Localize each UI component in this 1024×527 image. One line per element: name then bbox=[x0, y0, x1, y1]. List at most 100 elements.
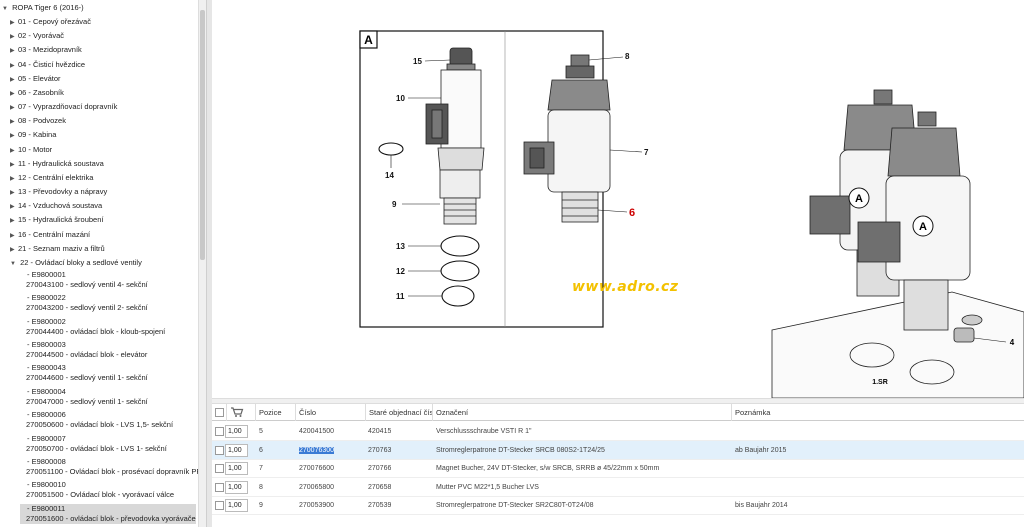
chevron-right-icon[interactable]: ▶ bbox=[10, 200, 18, 214]
chevron-right-icon[interactable]: ▶ bbox=[10, 229, 18, 243]
tree-leaf[interactable]: - E9800022 270043200 - sedlový ventil 2- … bbox=[20, 293, 196, 313]
cell-cislo[interactable]: 270076600 bbox=[299, 459, 334, 478]
row-checkbox[interactable] bbox=[215, 501, 224, 511]
exploded-diagram: A A A 1.SR 4 15 10 14 9 13 12 11 8 7 6 w… bbox=[212, 0, 1024, 398]
table-row[interactable]: 1,00 8 270065800 270658 Mutter PVC M22*1,5 B… bbox=[212, 478, 1024, 497]
tree-group-open[interactable]: ▼ 22 - Ovládací bloky a sedlové ventily bbox=[10, 256, 142, 270]
tree-leaf[interactable]: - E9800001 270043100 - sedlový ventil 4- … bbox=[20, 270, 196, 290]
tree-leaf-desc: 270043100 - sedlový ventil 4- sekční bbox=[26, 280, 148, 289]
row-checkbox[interactable] bbox=[215, 464, 224, 474]
quantity-input[interactable]: 1,00 bbox=[225, 499, 248, 513]
tree-leaf[interactable]: - E9800008 270051100 - Ovládací blok - pr… bbox=[20, 457, 202, 477]
tree-group[interactable]: ▶ 14 - Vzduchová soustava bbox=[10, 199, 102, 213]
chevron-down-icon[interactable]: ▼ bbox=[10, 257, 18, 271]
row-checkbox[interactable] bbox=[215, 482, 224, 492]
parts-table[interactable]: Pozice Číslo Staré objednací čísl Označe… bbox=[212, 404, 1024, 527]
cell-cislo[interactable]: 270053900 bbox=[299, 496, 334, 515]
table-row[interactable]: 1,00 6 270076300 270763 Stromreglerpatrone D… bbox=[212, 440, 1024, 460]
tree-group-label: 12 - Centrální elektrika bbox=[18, 172, 94, 182]
chevron-right-icon[interactable]: ▶ bbox=[10, 30, 18, 44]
callout-label: 11 bbox=[396, 292, 405, 301]
tree-group-label: 07 - Vyprazdňovací dopravník bbox=[18, 102, 118, 112]
chevron-right-icon[interactable]: ▶ bbox=[10, 73, 18, 87]
tree-group[interactable]: ▶ 01 - Cepový ořezávač bbox=[10, 15, 91, 29]
tree-root-label: ROPA Tiger 6 (2016-) bbox=[12, 3, 84, 12]
chevron-right-icon[interactable]: ▶ bbox=[10, 144, 18, 158]
tree-group[interactable]: ▶ 21 - Seznam maziv a filtrů bbox=[10, 242, 105, 256]
control-block-illustration bbox=[771, 89, 1024, 398]
chevron-right-icon[interactable]: ▶ bbox=[10, 115, 18, 129]
chevron-down-icon[interactable]: ▼ bbox=[2, 2, 10, 16]
tree-leaf[interactable]: - E9800007 270050700 - ovládací blok - LV… bbox=[20, 434, 196, 454]
tree-group[interactable]: ▶ 03 - Mezidopravník bbox=[10, 43, 82, 57]
tree-leaf-desc: 270047000 - sedlový ventil 1- sekční bbox=[26, 397, 148, 406]
tree-group[interactable]: ▶ 12 - Centrální elektrika bbox=[10, 171, 93, 185]
row-checkbox[interactable] bbox=[215, 445, 224, 455]
header-cislo[interactable]: Číslo bbox=[296, 404, 366, 421]
cislo-value: 270076300 bbox=[299, 446, 335, 454]
chevron-right-icon[interactable]: ▶ bbox=[10, 214, 18, 228]
cell-cislo[interactable]: 270065800 bbox=[299, 478, 334, 497]
parts-tree[interactable]: ▼ ROPA Tiger 6 (2016-) ▶ 01 - Cepový ořez… bbox=[0, 0, 207, 527]
callout-label: 15 bbox=[413, 57, 422, 66]
tree-group[interactable]: ▶ 04 - Čisticí hvězdice bbox=[10, 58, 85, 72]
chevron-right-icon[interactable]: ▶ bbox=[10, 172, 18, 186]
cell-cislo[interactable]: 270076300 bbox=[299, 441, 335, 460]
tree-leaf[interactable]: - E9800002 270044400 - ovládací blok - kl… bbox=[20, 317, 196, 337]
sidebar-scrollbar[interactable] bbox=[198, 0, 206, 527]
tree-group-label: 01 - Cepový ořezávač bbox=[18, 17, 91, 26]
tree-leaf-desc: 270044500 - ovládací blok - elevátor bbox=[26, 350, 148, 359]
tree-leaf[interactable]: - E9800003 270044500 - ovládací blok - el… bbox=[20, 340, 196, 360]
row-checkbox[interactable] bbox=[215, 427, 224, 436]
tree-group[interactable]: ▶ 16 - Centrální mazání bbox=[10, 228, 90, 242]
tree-root[interactable]: ▼ ROPA Tiger 6 (2016-) bbox=[2, 1, 84, 15]
chevron-right-icon[interactable]: ▶ bbox=[10, 186, 18, 200]
header-stare[interactable]: Staré objednací čísl bbox=[366, 404, 433, 421]
table-row[interactable]: 1,00 5 420041500 420415 Verschlussschraube V… bbox=[212, 422, 1024, 441]
tree-leaf[interactable]: - E9800043 270044600 - sedlový ventil 1- … bbox=[20, 363, 196, 383]
chevron-right-icon[interactable]: ▶ bbox=[10, 44, 18, 58]
cell-stare: 420415 bbox=[368, 428, 392, 435]
quantity-input[interactable]: 1,00 bbox=[225, 443, 248, 457]
header-pozice[interactable]: Pozice bbox=[256, 404, 296, 421]
header-poznamka[interactable]: Poznámka bbox=[732, 404, 1024, 421]
header-select-all[interactable] bbox=[212, 404, 227, 421]
chevron-right-icon[interactable]: ▶ bbox=[10, 87, 18, 101]
callout-label: A bbox=[919, 221, 927, 233]
tree-group-label: 03 - Mezidopravník bbox=[18, 45, 82, 55]
chevron-right-icon[interactable]: ▶ bbox=[10, 243, 18, 257]
tree-group[interactable]: ▶ 02 - Vyorávač bbox=[10, 29, 64, 43]
tree-leaf[interactable]: - E9800011 270051600 - ovládací blok - př… bbox=[20, 504, 202, 524]
tree-leaf-code: - E9800001 bbox=[27, 270, 66, 279]
tree-group[interactable]: ▶ 13 - Převodovky a nápravy bbox=[10, 185, 107, 199]
chevron-right-icon[interactable]: ▶ bbox=[10, 59, 18, 73]
chevron-right-icon[interactable]: ▶ bbox=[10, 101, 18, 115]
cell-pozice: 8 bbox=[259, 483, 263, 491]
chevron-right-icon[interactable]: ▶ bbox=[10, 129, 18, 143]
cislo-value: 270065800 bbox=[299, 483, 335, 491]
table-row[interactable]: 1,00 7 270076600 270766 Magnet Bucher, 24V D… bbox=[212, 459, 1024, 479]
chevron-right-icon[interactable]: ▶ bbox=[10, 158, 18, 172]
table-row[interactable]: 1,00 9 270053900 270539 Stromreglerpatrone D… bbox=[212, 496, 1024, 516]
tree-group[interactable]: ▶ 06 - Zasobník bbox=[10, 86, 64, 100]
tree-group[interactable]: ▶ 07 - Vyprazdňovací dopravník bbox=[10, 100, 117, 114]
tree-group[interactable]: ▶ 09 - Kabina bbox=[10, 128, 56, 142]
tree-leaf-desc: 270050700 - ovládací blok - LVS 1- sekčn… bbox=[26, 444, 167, 453]
tree-group[interactable]: ▶ 11 - Hydraulická soustava bbox=[10, 157, 104, 171]
tree-leaf[interactable]: - E9800010 270051500 - Ovládací blok - vy… bbox=[20, 480, 196, 500]
cell-cislo[interactable]: 420041500 bbox=[299, 422, 334, 441]
chevron-right-icon[interactable]: ▶ bbox=[10, 16, 18, 30]
tree-group[interactable]: ▶ 10 - Motor bbox=[10, 143, 52, 157]
cart-icon[interactable] bbox=[227, 404, 256, 421]
select-all-checkbox[interactable] bbox=[215, 408, 224, 417]
tree-group[interactable]: ▶ 05 - Elevátor bbox=[10, 72, 61, 86]
tree-group[interactable]: ▶ 08 - Podvozek bbox=[10, 114, 66, 128]
tree-group[interactable]: ▶ 15 - Hydraulická šroubení bbox=[10, 213, 103, 227]
quantity-input[interactable]: 1,00 bbox=[225, 462, 248, 476]
quantity-input[interactable]: 1,00 bbox=[225, 480, 248, 494]
cell-pozice: 7 bbox=[259, 465, 263, 473]
tree-leaf[interactable]: - E9800004 270047000 - sedlový ventil 1- … bbox=[20, 387, 196, 407]
quantity-input[interactable]: 1,00 bbox=[225, 425, 248, 438]
tree-leaf[interactable]: - E9800006 270050600 - ovládací blok - LV… bbox=[20, 410, 196, 430]
header-oznaceni[interactable]: Označení bbox=[433, 404, 732, 421]
